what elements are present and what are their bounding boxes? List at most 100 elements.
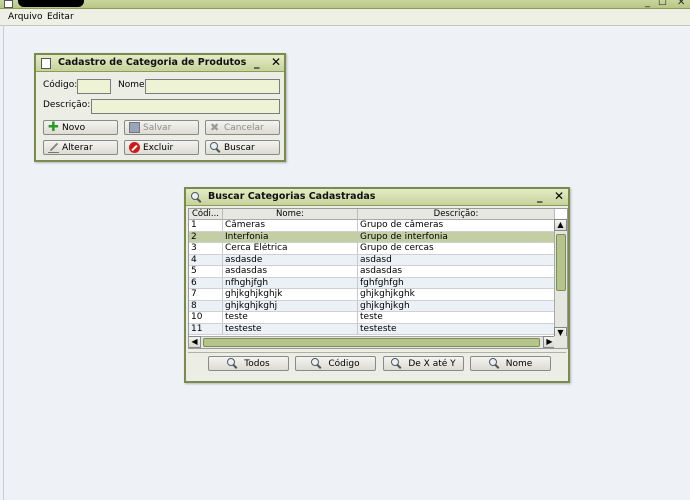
- vertical-scroll-thumb[interactable]: [556, 234, 566, 291]
- novo-button[interactable]: ✚ Novo: [43, 120, 118, 135]
- table-row[interactable]: 8 ghjkghjkghj ghjkghjkgh: [189, 300, 555, 312]
- table-cell-id: 3: [189, 243, 223, 254]
- categorias-table: Códi... Nome: Descrição: 1 Câmeras Grupo d…: [188, 208, 568, 349]
- table-cell-descricao: teste: [358, 312, 555, 323]
- table-cell-nome: Interfonia: [223, 231, 358, 243]
- search-icon: [210, 142, 221, 153]
- table-cell-descricao: testeste: [358, 323, 555, 335]
- cancel-icon: ✖: [210, 121, 220, 134]
- divider: [188, 352, 566, 353]
- horizontal-scrollbar[interactable]: ◀ ▶: [189, 336, 556, 348]
- busca-title: Buscar Categorias Cadastradas: [208, 191, 376, 202]
- table-row[interactable]: 7 ghjkghjkghjk ghjkghjkghk: [189, 289, 555, 301]
- busca-close-button[interactable]: ✕: [554, 189, 564, 203]
- table-cell-nome: Câmeras: [223, 220, 358, 231]
- range-search-button[interactable]: De X até Y: [383, 356, 464, 371]
- novo-button-label: Novo: [62, 122, 86, 133]
- table-cell-id: 10: [189, 312, 223, 323]
- busca-titlebar[interactable]: Buscar Categorias Cadastradas _ ✕: [186, 189, 568, 206]
- search-window-icon: [191, 192, 201, 203]
- menu-arquivo[interactable]: Arquivo: [8, 12, 42, 22]
- table-cell-id: 11: [189, 323, 223, 335]
- excluir-button-label: Excluir: [143, 142, 174, 153]
- table-cell-nome: asdasdas: [223, 266, 358, 277]
- table-cell-id: 5: [189, 266, 223, 277]
- floppy-disk-icon: [129, 122, 140, 133]
- table-cell-id: 1: [189, 220, 223, 231]
- table-cell-nome: asdasde: [223, 254, 358, 266]
- plus-icon: ✚: [48, 120, 59, 135]
- nome-search-button[interactable]: Nome: [470, 356, 551, 371]
- table-cell-id: 6: [189, 277, 223, 289]
- cancelar-button[interactable]: ✖ Cancelar: [205, 120, 280, 135]
- pencil-icon: [48, 142, 59, 153]
- column-header-codigo[interactable]: Códi...: [189, 209, 223, 220]
- table-row[interactable]: 5 asdasdas asdasdas: [189, 266, 555, 278]
- codigo-search-button-label: Código: [328, 358, 360, 369]
- codigo-field[interactable]: [77, 79, 111, 94]
- table-cell-id: 4: [189, 254, 223, 266]
- table-row[interactable]: 2 Interfonia Grupo de interfonia: [189, 231, 555, 243]
- vertical-scrollbar[interactable]: ▲ ▼: [554, 219, 567, 339]
- column-header-nome[interactable]: Nome:: [223, 209, 358, 220]
- table-cell-id: 8: [189, 300, 223, 312]
- app-icon: [4, 0, 13, 8]
- excluir-button[interactable]: Excluir: [124, 140, 199, 155]
- delete-icon: [129, 142, 140, 153]
- table-cell-descricao: Grupo de cercas: [358, 243, 555, 254]
- todos-button-label: Todos: [244, 358, 270, 369]
- table-cell-descricao: asdasd: [358, 254, 555, 266]
- column-header-descricao[interactable]: Descrição:: [358, 209, 555, 220]
- table-cell-id: 2: [189, 231, 223, 243]
- window-titlebar: _ ☐ ✕: [0, 0, 690, 9]
- table-cell-nome: Cerca Elétrica: [223, 243, 358, 254]
- codigo-label: Código:: [43, 80, 78, 90]
- nome-field[interactable]: [145, 79, 280, 94]
- menu-bar: Arquivo Editar: [0, 9, 690, 26]
- table-cell-nome: ghjkghjkghj: [223, 300, 358, 312]
- descricao-label: Descrição:: [43, 100, 91, 110]
- table-cell-descricao: ghjkghjkghk: [358, 289, 555, 300]
- cancelar-button-label: Cancelar: [224, 122, 264, 133]
- table-row[interactable]: 1 Câmeras Grupo de câmeras: [189, 220, 555, 232]
- window-maximize-button[interactable]: ☐: [658, 0, 667, 8]
- search-icon: [311, 358, 322, 369]
- alterar-button[interactable]: Alterar: [43, 140, 118, 155]
- window-minimize-button[interactable]: _: [645, 0, 650, 8]
- nome-search-button-label: Nome: [505, 358, 533, 369]
- scroll-up-icon[interactable]: ▲: [554, 219, 567, 231]
- menu-editar[interactable]: Editar: [47, 12, 74, 22]
- cadastro-title: Cadastro de Categoria de Produtos: [58, 57, 247, 68]
- search-icon: [227, 358, 238, 369]
- table-cell-descricao: ghjkghjkgh: [358, 300, 555, 312]
- redacted-window-title: [18, 0, 84, 7]
- busca-window: Buscar Categorias Cadastradas _ ✕ Códi..…: [184, 187, 570, 383]
- cadastro-minimize-button[interactable]: _: [254, 56, 260, 69]
- codigo-search-button[interactable]: Código: [295, 356, 376, 371]
- document-icon: [41, 58, 51, 69]
- cadastro-window: Cadastro de Categoria de Produtos _ ✕ Có…: [34, 53, 286, 162]
- window-close-button[interactable]: ✕: [677, 0, 685, 8]
- scroll-corner: [554, 336, 567, 348]
- table-cell-nome: ghjkghjkghjk: [223, 289, 358, 300]
- descricao-field[interactable]: [91, 99, 280, 114]
- todos-button[interactable]: Todos: [208, 356, 289, 371]
- scroll-left-icon[interactable]: ◀: [189, 336, 201, 348]
- buscar-button[interactable]: Buscar: [205, 140, 280, 155]
- table-cell-descricao: fghfghfgh: [358, 277, 555, 289]
- buscar-button-label: Buscar: [224, 142, 255, 153]
- table-row[interactable]: 3 Cerca Elétrica Grupo de cercas: [189, 243, 555, 255]
- cadastro-titlebar[interactable]: Cadastro de Categoria de Produtos _ ✕: [36, 55, 284, 72]
- range-search-button-label: De X até Y: [408, 358, 456, 369]
- table-cell-nome: teste: [223, 312, 358, 323]
- horizontal-scroll-thumb[interactable]: [203, 338, 540, 347]
- salvar-button[interactable]: Salvar: [124, 120, 199, 135]
- table-row[interactable]: 6 nfhghjfgh fghfghfgh: [189, 277, 555, 289]
- alterar-button-label: Alterar: [62, 142, 93, 153]
- cadastro-close-button[interactable]: ✕: [271, 55, 281, 69]
- busca-minimize-button[interactable]: _: [537, 190, 543, 203]
- table-cell-descricao: asdasdas: [358, 266, 555, 277]
- table-row[interactable]: 10 teste teste: [189, 312, 555, 324]
- table-row[interactable]: 4 asdasde asdasd: [189, 254, 555, 266]
- table-row[interactable]: 11 testeste testeste: [189, 323, 555, 335]
